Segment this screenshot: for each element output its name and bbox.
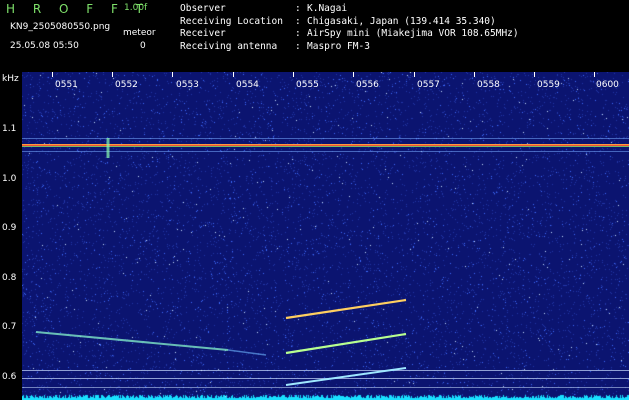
frequency-tick: 1.0: [2, 174, 17, 184]
echo-traces: [35, 138, 407, 386]
info-value: Maspro FM-3: [307, 40, 370, 52]
frequency-tick: 0.9: [2, 223, 17, 233]
frequency-tick: 0.7: [2, 322, 17, 332]
info-value: Chigasaki, Japan (139.414 35.340): [307, 15, 496, 27]
header-panel: H R O F F T 1.00f KN9_2505080550.png met…: [0, 0, 629, 72]
info-key: Receiving Location: [180, 15, 283, 27]
info-value: AirSpy mini (Miakejima VOR 108.65MHz): [307, 28, 519, 39]
spectrogram: 0551 0552 0553 0554 0555 0556 0557 0558 …: [22, 72, 629, 400]
meteor-count: 0: [140, 41, 146, 51]
meteor-label: meteor: [123, 28, 156, 38]
info-row-antenna: Receiving antenna: Maspro FM-3: [180, 40, 370, 52]
echo-trace: [285, 367, 407, 386]
frequency-axis: kHz 1.1 1.0 0.9 0.8 0.7 0.6: [0, 72, 22, 400]
filename-label: KN9_2505080550.png: [10, 22, 111, 32]
info-key: Observer: [180, 3, 226, 14]
info-key: Receiving antenna: [180, 40, 278, 52]
info-row-receiver: Receiver: AirSpy mini (Miakejima VOR 108.…: [180, 28, 519, 39]
echo-trace: [285, 332, 407, 355]
echo-trace: [227, 349, 267, 356]
echo-trace: [285, 298, 407, 320]
frequency-tick: 1.1: [2, 124, 17, 134]
info-value: K.Nagai: [307, 3, 348, 14]
frequency-unit: kHz: [2, 74, 19, 84]
frequency-tick: 0.6: [2, 372, 17, 382]
info-row-observer: Observer: K.Nagai: [180, 3, 348, 14]
observation-info: Observer: K.Nagai Receiving Location: Chig…: [180, 3, 519, 53]
info-key: Receiver: [180, 28, 226, 39]
frequency-tick: 0.8: [2, 273, 17, 283]
info-row-location: Receiving Location: Chigasaki, Japan (139…: [180, 15, 496, 27]
version-label: 1.00f: [124, 3, 148, 13]
echo-trace: [35, 331, 229, 351]
datetime-label: 25.05.08 05:50: [10, 41, 79, 51]
